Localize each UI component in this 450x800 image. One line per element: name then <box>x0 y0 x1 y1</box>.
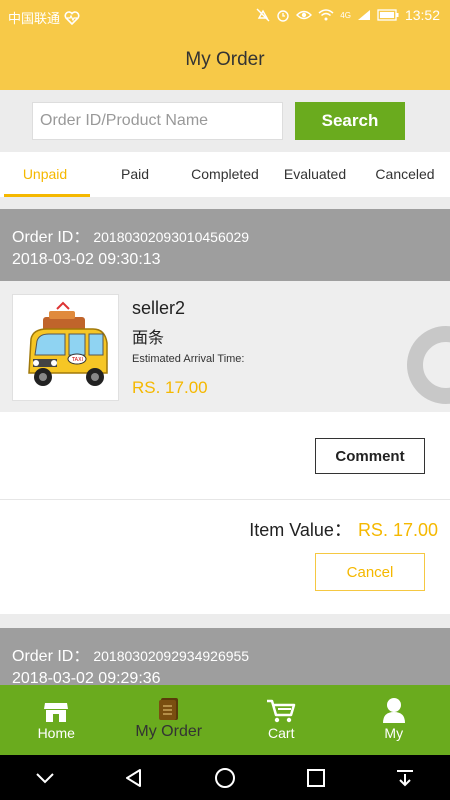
nav-my-order-label: My Order <box>135 723 203 740</box>
alarm-icon <box>277 10 289 22</box>
tab-evaluated[interactable]: Evaluated <box>270 152 360 197</box>
comment-section: Comment <box>0 412 450 500</box>
svg-text:TAXI: TAXI <box>71 357 83 363</box>
carrier-name: 中国联通 <box>8 11 61 26</box>
order-id: 20180302092934926955 <box>93 648 250 664</box>
item-value: Item Value： RS. 17.00 <box>249 516 438 542</box>
order-id: 20180302093010456029 <box>93 229 250 245</box>
network-type: 4G <box>340 10 351 20</box>
bottom-nav: Home My Order Cart My <box>0 685 450 755</box>
back-icon[interactable] <box>124 768 144 788</box>
heart-monitor-icon <box>64 10 80 25</box>
home-circle-icon[interactable] <box>214 767 236 789</box>
tab-unpaid[interactable]: Unpaid <box>0 152 90 197</box>
nav-my-label: My <box>384 725 404 741</box>
page-title: My Order <box>185 49 265 70</box>
item-value-amount: RS. 17.00 <box>357 520 438 540</box>
search-input[interactable] <box>32 102 283 140</box>
chevron-down-icon[interactable] <box>35 772 55 784</box>
order-summary: Item Value： RS. 17.00 Cancel <box>0 500 450 614</box>
search-row: Search <box>0 90 450 152</box>
item-value-label: Item Value： <box>249 520 352 540</box>
search-button[interactable]: Search <box>295 102 405 140</box>
tab-completed[interactable]: Completed <box>180 152 270 197</box>
order-id-line: Order ID： 20180302093010456029 <box>12 223 438 247</box>
tab-paid[interactable]: Paid <box>90 152 180 197</box>
mute-icon <box>256 8 270 22</box>
system-nav-bar <box>0 755 450 800</box>
order-header[interactable]: Order ID： 20180302093010456029 2018-03-02… <box>0 209 450 281</box>
product-image: TAXI <box>12 294 119 401</box>
battery-icon <box>377 9 399 21</box>
nav-cart[interactable]: Cart <box>225 685 338 755</box>
status-stamp-icon <box>407 326 450 404</box>
comment-button[interactable]: Comment <box>315 438 425 474</box>
seller-name: seller2 <box>132 298 186 318</box>
order-status-tabs: Unpaid Paid Completed Evaluated Canceled <box>0 152 450 197</box>
order-id-label: Order ID： <box>12 229 90 246</box>
cart-icon <box>267 699 296 723</box>
product-name: 面条 <box>132 330 165 347</box>
tab-canceled[interactable]: Canceled <box>360 152 450 197</box>
product-row[interactable]: TAXI seller2 面条 Estimated Arrival Time: … <box>0 281 450 412</box>
cancel-order-button[interactable]: Cancel <box>315 553 425 591</box>
signal-icon <box>357 10 370 20</box>
recents-icon[interactable] <box>306 768 326 788</box>
eye-icon <box>296 10 313 20</box>
notification-pull-icon[interactable] <box>395 768 415 788</box>
order-id-label: Order ID： <box>12 648 90 665</box>
order-date: 2018-03-02 09:30:13 <box>12 251 161 268</box>
tuk-tuk-illustration: TAXI <box>28 301 108 386</box>
product-price: RS. 17.00 <box>132 378 208 397</box>
app-bar: My Order <box>0 30 450 90</box>
wifi-icon <box>318 9 334 21</box>
order-book-icon <box>158 698 178 720</box>
order-id-line: Order ID： 20180302092934926955 <box>12 642 438 666</box>
carrier: 中国联通 <box>8 8 80 27</box>
nav-cart-label: Cart <box>268 725 295 741</box>
status-bar: 中国联通 4G 13:52 <box>0 0 450 30</box>
estimated-arrival-label: Estimated Arrival Time: <box>132 353 245 365</box>
store-icon <box>44 703 69 722</box>
clock: 13:52 <box>404 7 440 23</box>
user-icon <box>382 698 405 723</box>
nav-my[interactable]: My <box>338 685 450 755</box>
nav-my-order[interactable]: My Order <box>113 685 226 755</box>
nav-home-label: Home <box>37 725 75 741</box>
nav-home[interactable]: Home <box>0 685 113 755</box>
